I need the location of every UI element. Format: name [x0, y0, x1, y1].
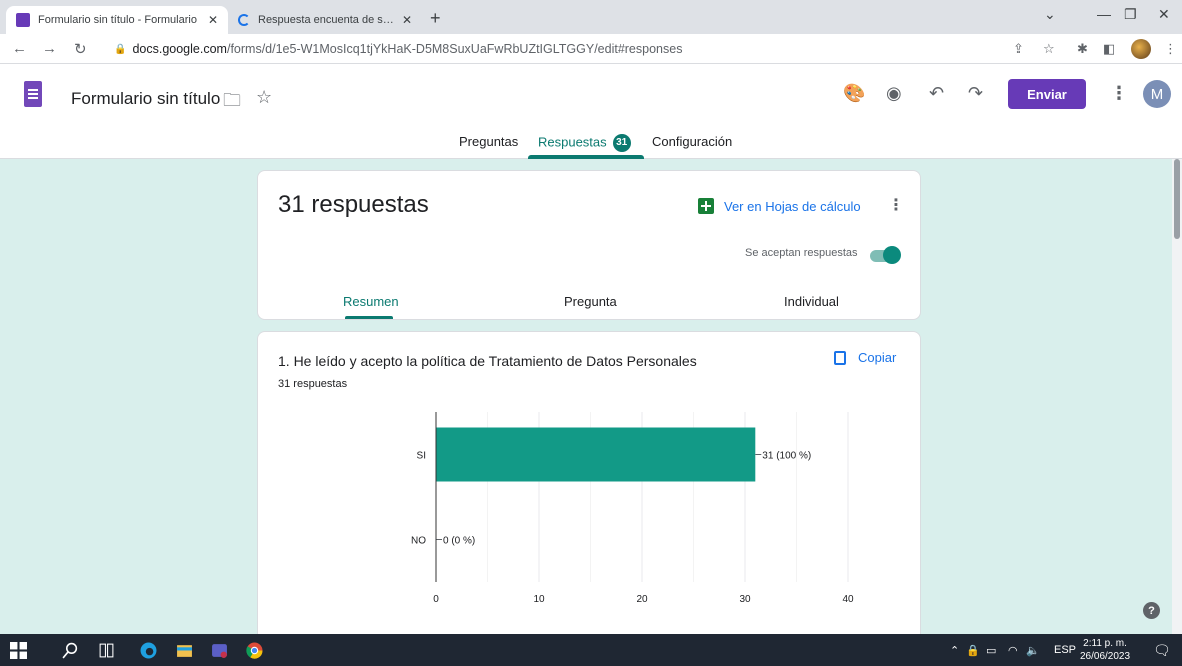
view-in-sheets-label: Ver en Hojas de cálculo [724, 198, 861, 214]
clock-date: 26/06/2023 [1080, 651, 1131, 662]
bar-chart: 0 10 20 30 40 SI 31 (100 %) NO 0 (0 %) [411, 412, 854, 605]
help-icon[interactable]: ? [1143, 602, 1160, 619]
teams-icon[interactable] [211, 642, 228, 659]
data-label: 31 (100 %) [762, 451, 811, 462]
security-icon[interactable]: 🔒 [966, 644, 980, 657]
wifi-icon[interactable]: ◠ [1008, 644, 1018, 657]
search-icon[interactable] [62, 642, 79, 659]
windows-start-icon[interactable] [10, 642, 27, 659]
battery-icon[interactable]: ▭ [986, 644, 996, 657]
file-explorer-icon[interactable] [176, 642, 193, 659]
star-icon[interactable]: ☆ [256, 87, 272, 108]
scrollbar-thumb[interactable] [1174, 159, 1180, 239]
new-tab-icon[interactable]: + [430, 8, 441, 29]
folder-icon[interactable]: 🗀 [223, 88, 241, 118]
x-tick-label: 10 [533, 594, 545, 605]
x-tick-label: 20 [636, 594, 648, 605]
x-tick-label: 40 [842, 594, 854, 605]
browser-menu-icon[interactable]: ⋮ [1164, 41, 1177, 57]
url-path: /forms/d/1e5-W1MosIcq1tjYkHaK-D5M8SuxUaF… [226, 42, 683, 56]
view-in-sheets-link[interactable]: Ver en Hojas de cálculo [698, 198, 861, 214]
subtab-pregunta[interactable]: Pregunta [564, 294, 617, 309]
question-summary-card: 1. He leído y acepto la política de Trat… [257, 331, 921, 641]
windows-taskbar: ⌃ 🔒 ▭ ◠ 🔈 ESP 2:11 p. m. 26/06/2023 🗨 [0, 634, 1182, 666]
restore-icon[interactable]: ❐ [1124, 6, 1137, 23]
category-label: NO [411, 536, 426, 547]
form-title[interactable]: Formulario sin título [71, 89, 220, 109]
toggle-knob[interactable] [883, 246, 901, 264]
tab-respuestas[interactable]: Respuestas 31 [538, 134, 631, 152]
tab-respuestas-label: Respuestas [538, 134, 607, 150]
close-icon[interactable]: ✕ [402, 13, 412, 27]
more-options-icon[interactable]: ⋮ [888, 195, 904, 215]
avatar[interactable]: M [1143, 80, 1171, 108]
back-icon[interactable]: ← [12, 40, 27, 57]
close-window-icon[interactable]: ✕ [1158, 6, 1170, 23]
system-clock[interactable]: 2:11 p. m. 26/06/2023 [1080, 637, 1130, 663]
x-tick-label: 30 [739, 594, 751, 605]
tab-title: Formulario sin título - Formulario [38, 14, 197, 26]
loading-icon [238, 14, 250, 26]
side-panel-icon[interactable]: ◧ [1103, 41, 1115, 57]
browser-toolbar: ← → ↻ 🔒 docs.google.com/forms/d/1e5-W1Mo… [0, 34, 1182, 64]
task-view-icon[interactable] [98, 642, 115, 659]
undo-icon[interactable]: ↶ [929, 83, 944, 104]
responses-count-heading: 31 respuestas [278, 191, 429, 218]
tray-overflow-icon[interactable]: ⌃ [950, 644, 959, 657]
address-bar[interactable]: 🔒 docs.google.com/forms/d/1e5-W1MosIcq1t… [108, 37, 1008, 61]
lock-icon: 🔒 [114, 43, 127, 55]
x-tick-label: 0 [433, 594, 439, 605]
forward-icon[interactable]: → [42, 40, 57, 57]
preview-eye-icon[interactable]: ◉ [886, 83, 902, 104]
google-forms-logo-icon[interactable] [24, 81, 42, 107]
sheets-icon [698, 198, 714, 214]
data-label: 0 (0 %) [443, 536, 475, 547]
forms-favicon-icon [16, 13, 30, 27]
category-label: SI [417, 451, 426, 462]
subtab-individual[interactable]: Individual [784, 294, 839, 309]
clock-time: 2:11 p. m. [1083, 638, 1127, 649]
responses-summary-card: 31 respuestas Ver en Hojas de cálculo ⋮ … [257, 170, 921, 320]
responses-count-badge: 31 [612, 134, 631, 152]
active-subtab-indicator [345, 316, 393, 319]
minimize-icon[interactable]: — [1097, 6, 1111, 22]
extensions-icon[interactable]: ✱ [1077, 41, 1088, 57]
volume-icon[interactable]: 🔈 [1026, 644, 1040, 657]
subtab-resumen[interactable]: Resumen [343, 294, 399, 309]
notifications-icon[interactable]: 🗨 [1153, 642, 1171, 659]
more-options-icon[interactable]: ⋮ [1110, 83, 1128, 104]
accepting-responses-label: Se aceptan respuestas [745, 247, 858, 259]
edge-icon[interactable] [140, 642, 157, 659]
reload-icon[interactable]: ↻ [74, 40, 87, 58]
bookmark-star-icon[interactable]: ☆ [1043, 41, 1055, 57]
tab-configuracion[interactable]: Configuración [652, 134, 732, 149]
browser-profile-avatar[interactable] [1131, 39, 1151, 59]
bar [436, 427, 756, 482]
chrome-icon[interactable] [246, 642, 263, 659]
browser-tab-sheet[interactable]: Respuesta encuenta de satisfacción ✕ [228, 6, 422, 34]
browser-tab-forms[interactable]: Formulario sin título - Formulario ✕ [6, 6, 228, 34]
tab-search-icon[interactable]: ⌄ [1044, 6, 1056, 23]
url-host: docs.google.com [132, 42, 227, 56]
tab-title: Respuesta encuenta de satisfacción [258, 14, 394, 26]
close-icon[interactable]: ✕ [208, 13, 218, 27]
active-tab-indicator [528, 155, 644, 159]
browser-tabstrip: Formulario sin título - Formulario ✕ Res… [0, 0, 1182, 34]
page-scrollbar[interactable] [1172, 159, 1182, 634]
language-indicator[interactable]: ESP [1054, 644, 1076, 656]
tab-preguntas[interactable]: Preguntas [459, 134, 518, 149]
forms-header: Formulario sin título 🗀 ☆ 🎨 ◉ ↶ ↷ Enviar… [0, 64, 1182, 159]
share-icon[interactable]: ⇪ [1013, 41, 1024, 57]
palette-icon[interactable]: 🎨 [843, 83, 865, 104]
redo-icon[interactable]: ↷ [968, 83, 983, 104]
send-button[interactable]: Enviar [1008, 79, 1086, 109]
